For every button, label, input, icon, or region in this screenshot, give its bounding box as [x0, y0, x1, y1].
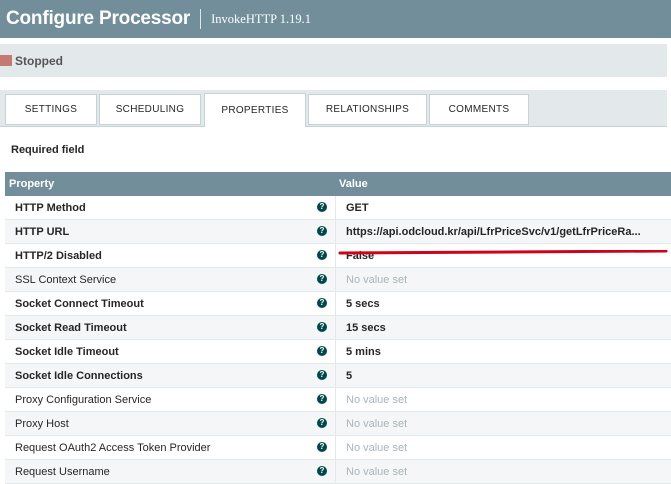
property-name: Proxy Configuration Service: [15, 394, 152, 406]
property-name: HTTP Method: [15, 202, 86, 214]
column-separator: [335, 364, 336, 388]
property-value[interactable]: 15 secs: [346, 322, 386, 334]
tab-properties[interactable]: PROPERTIES: [204, 93, 306, 127]
column-separator: [335, 292, 336, 316]
property-name: HTTP/2 Disabled: [15, 250, 102, 262]
column-separator: [335, 340, 336, 364]
help-icon[interactable]: ?: [317, 298, 327, 308]
property-value[interactable]: GET: [346, 202, 369, 214]
property-name: Request Username: [15, 466, 110, 478]
property-name: Socket Idle Connections: [15, 370, 143, 382]
tab-relationships[interactable]: RELATIONSHIPS: [308, 94, 427, 125]
property-name: HTTP URL: [15, 226, 70, 238]
column-separator: [335, 316, 336, 340]
column-separator: [335, 436, 336, 460]
column-header-value[interactable]: Value: [339, 178, 368, 190]
required-field-legend: Required field: [11, 144, 85, 156]
property-name: Request OAuth2 Access Token Provider: [15, 442, 211, 454]
help-icon[interactable]: ?: [317, 370, 327, 380]
column-separator: [335, 460, 336, 484]
processor-type: InvokeHTTP 1.19.1: [211, 11, 312, 26]
property-name: Socket Connect Timeout: [15, 298, 144, 310]
title-divider: [200, 9, 202, 29]
column-separator: [335, 268, 336, 292]
property-value[interactable]: https://api.odcloud.kr/api/LfrPriceSvc/v…: [346, 226, 641, 238]
status-bar: Stopped: [0, 44, 667, 77]
help-icon[interactable]: ?: [317, 394, 327, 404]
table-row[interactable]: Proxy Host? No value set: [5, 412, 671, 436]
properties-table: Property Value HTTP Method? GET HTTP URL? h…: [5, 172, 671, 484]
column-separator: [335, 220, 336, 244]
table-row[interactable]: Proxy Configuration Service? No value set: [5, 388, 671, 412]
table-row[interactable]: Socket Read Timeout? 15 secs: [5, 316, 671, 340]
help-icon[interactable]: ?: [317, 274, 327, 284]
property-name: Proxy Host: [15, 418, 69, 430]
help-icon[interactable]: ?: [317, 442, 327, 452]
table-row[interactable]: Socket Idle Connections? 5: [5, 364, 671, 388]
help-icon[interactable]: ?: [317, 418, 327, 428]
dialog-header: Configure Processor InvokeHTTP 1.19.1: [0, 0, 671, 38]
table-row[interactable]: HTTP Method? GET: [5, 196, 671, 220]
column-separator: [335, 412, 336, 436]
table-row[interactable]: Request Username? No value set: [5, 460, 671, 484]
column-separator: [335, 388, 336, 412]
help-icon[interactable]: ?: [317, 322, 327, 332]
help-icon[interactable]: ?: [317, 466, 327, 476]
column-separator: [335, 196, 336, 220]
table-header: Property Value: [5, 172, 671, 196]
tab-bar-baseline: [0, 126, 667, 127]
property-value[interactable]: 5: [346, 370, 352, 382]
table-row[interactable]: HTTP URL? https://api.odcloud.kr/api/LfrP…: [5, 220, 671, 244]
tab-comments[interactable]: COMMENTS: [429, 94, 529, 125]
table-row[interactable]: Socket Connect Timeout? 5 secs: [5, 292, 671, 316]
column-separator: [335, 244, 336, 268]
stopped-status-icon: [0, 55, 12, 66]
property-value[interactable]: False: [346, 250, 374, 262]
property-name: Socket Idle Timeout: [15, 346, 119, 358]
property-value[interactable]: No value set: [346, 274, 407, 286]
table-row[interactable]: Socket Idle Timeout? 5 mins: [5, 340, 671, 364]
status-label: Stopped: [15, 53, 63, 68]
table-row[interactable]: HTTP/2 Disabled? False: [5, 244, 671, 268]
property-name: SSL Context Service: [15, 274, 117, 286]
property-value[interactable]: 5 secs: [346, 298, 380, 310]
tab-settings[interactable]: SETTINGS: [5, 94, 97, 125]
property-value[interactable]: No value set: [346, 442, 407, 454]
tab-scheduling[interactable]: SCHEDULING: [99, 94, 201, 125]
help-icon[interactable]: ?: [317, 226, 327, 236]
property-value[interactable]: No value set: [346, 394, 407, 406]
dialog-title: Configure Processor: [6, 8, 191, 29]
property-value[interactable]: No value set: [346, 418, 407, 430]
help-icon[interactable]: ?: [317, 202, 327, 212]
property-name: Socket Read Timeout: [15, 322, 127, 334]
table-row[interactable]: SSL Context Service? No value set: [5, 268, 671, 292]
help-icon[interactable]: ?: [317, 250, 327, 260]
table-row[interactable]: Request OAuth2 Access Token Provider? No …: [5, 436, 671, 460]
property-value[interactable]: No value set: [346, 466, 407, 478]
tab-bar: SETTINGS SCHEDULING PROPERTIES RELATIONS…: [0, 90, 667, 127]
table-body: HTTP Method? GET HTTP URL? https://api.odcl…: [5, 196, 671, 484]
column-header-property[interactable]: Property: [9, 178, 54, 190]
help-icon[interactable]: ?: [317, 346, 327, 356]
property-value[interactable]: 5 mins: [346, 346, 381, 358]
